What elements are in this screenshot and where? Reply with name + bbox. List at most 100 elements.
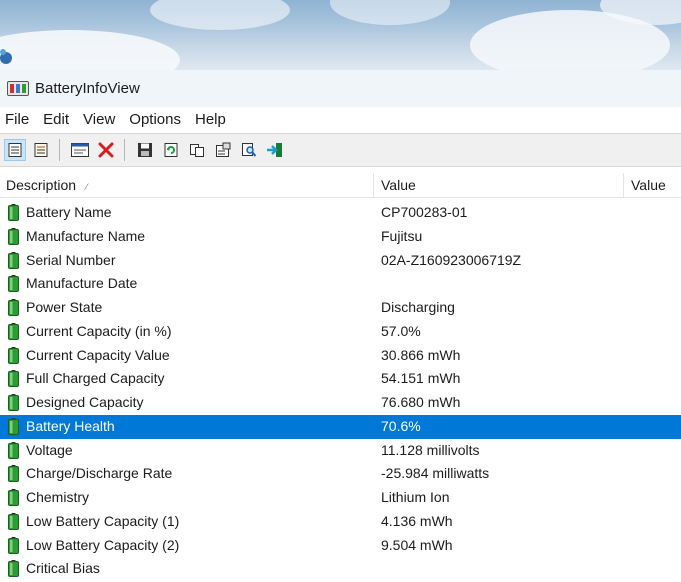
table-row[interactable]: Low Battery Capacity (1) 4.136 mWh — [0, 510, 681, 534]
table-row[interactable]: Designed Capacity 76.680 mWh — [0, 391, 681, 415]
column-header-description-label: Description — [6, 177, 77, 193]
battery-icon — [8, 536, 19, 554]
table-row[interactable]: Critical Bias — [0, 557, 681, 581]
properties-icon — [216, 142, 231, 157]
app-battery-icon — [7, 81, 29, 96]
cell-value: 11.128 millivolts — [381, 441, 480, 458]
battery-icon — [8, 275, 19, 293]
column-header-description[interactable]: Description ⁄ — [6, 173, 88, 197]
cell-value: CP700283-01 — [381, 204, 468, 220]
window-title: BatteryInfoView — [35, 80, 140, 97]
cell-value: -25.984 milliwatts — [381, 465, 490, 482]
cell-description: Critical Bias — [26, 560, 100, 577]
exit-button[interactable] — [264, 139, 286, 161]
cell-value: 4.136 mWh — [381, 512, 453, 529]
table-row[interactable]: Serial Number 02A-Z160923006719Z — [0, 249, 681, 273]
battery-icon — [8, 251, 19, 269]
cell-description: Manufacture Name — [26, 227, 146, 244]
column-header-value-2[interactable]: Value — [631, 173, 666, 197]
battery-icon — [8, 512, 19, 530]
copy-icon — [190, 144, 204, 157]
battery-icon — [8, 417, 19, 435]
battery-icon — [8, 299, 19, 316]
delete-x-icon — [98, 142, 114, 158]
battery-info-mode-button[interactable] — [4, 139, 26, 161]
battery-icon — [8, 465, 19, 483]
menu-options[interactable]: Options — [123, 107, 189, 133]
floppy-disk-icon — [138, 143, 152, 157]
toolbar — [0, 133, 681, 167]
cell-value: 30.866 mWh — [381, 346, 461, 363]
toolbar-separator — [124, 139, 125, 161]
table-row[interactable]: Current Capacity (in %) 57.0% — [0, 320, 681, 344]
log-icon — [34, 143, 48, 157]
clear-log-button[interactable] — [95, 139, 117, 161]
table-row[interactable]: Charge/Discharge Rate -25.984 milliwatts — [0, 462, 681, 486]
cell-description: Low Battery Capacity (1) — [26, 512, 180, 529]
sort-indicator-icon: ⁄ — [86, 182, 88, 192]
cell-description: Chemistry — [26, 489, 90, 505]
save-button[interactable] — [134, 139, 156, 161]
table-row[interactable]: Battery Name CP700283-01 — [0, 201, 681, 225]
battery-icon — [8, 227, 19, 245]
cell-value: 9.504 mWh — [381, 536, 453, 553]
table-row[interactable]: Manufacture Date — [0, 272, 681, 296]
battery-icon — [8, 370, 19, 388]
table-row[interactable]: Battery Health 70.6% — [0, 414, 681, 439]
cell-description: Designed Capacity — [26, 394, 144, 410]
battery-icon — [8, 346, 19, 364]
cell-description: Power State — [26, 299, 103, 315]
desktop-shortcut-icon[interactable] — [0, 40, 14, 70]
battery-icon — [8, 394, 19, 411]
properties-button[interactable] — [212, 139, 234, 161]
copy-button[interactable] — [186, 139, 208, 161]
cell-description: Manufacture Date — [26, 275, 138, 292]
column-header-value[interactable]: Value — [381, 173, 416, 197]
toolbar-separator — [59, 139, 60, 161]
title-bar: BatteryInfoView — [0, 70, 681, 107]
battery-icon — [8, 441, 19, 459]
menu-view[interactable]: View — [77, 107, 123, 133]
cell-value: Lithium Ion — [381, 489, 450, 505]
table-row[interactable]: Full Charged Capacity 54.151 mWh — [0, 367, 681, 391]
refresh-button[interactable] — [160, 139, 182, 161]
desktop-wallpaper — [0, 0, 681, 70]
refresh-icon — [164, 143, 178, 157]
cell-value: Discharging — [381, 299, 455, 315]
table-row[interactable]: Voltage 11.128 millivolts — [0, 439, 681, 463]
menu-bar: File Edit View Options Help — [0, 107, 681, 133]
battery-icon — [8, 560, 19, 578]
battery-info-list: Battery Name CP700283-01 Manufacture Name F… — [0, 201, 681, 581]
cell-value: 70.6% — [381, 417, 421, 434]
table-row[interactable]: Low Battery Capacity (2) 9.504 mWh — [0, 534, 681, 558]
column-header-row: Description ⁄ Value Value — [0, 173, 681, 198]
menu-edit[interactable]: Edit — [37, 107, 77, 133]
cell-description: Low Battery Capacity (2) — [26, 536, 180, 553]
list-icon — [8, 143, 22, 157]
cell-value: 54.151 mWh — [381, 370, 461, 387]
battery-icon — [8, 204, 19, 221]
cell-description: Charge/Discharge Rate — [26, 465, 173, 482]
table-row[interactable]: Current Capacity Value 30.866 mWh — [0, 344, 681, 368]
find-button[interactable] — [238, 139, 260, 161]
column-divider[interactable] — [623, 173, 624, 197]
window-icon — [71, 143, 89, 157]
table-row[interactable]: Chemistry Lithium Ion — [0, 486, 681, 510]
column-divider[interactable] — [373, 173, 374, 197]
cell-description: Current Capacity Value — [26, 346, 170, 363]
cell-description: Full Charged Capacity — [26, 370, 165, 387]
cell-description: Battery Name — [26, 204, 112, 220]
table-row[interactable]: Manufacture Name Fujitsu — [0, 225, 681, 249]
battery-log-mode-button[interactable] — [30, 139, 52, 161]
cell-description: Current Capacity (in %) — [26, 322, 172, 339]
menu-help[interactable]: Help — [189, 107, 234, 133]
cell-description: Battery Health — [26, 417, 115, 434]
exit-icon — [267, 143, 282, 157]
cell-value: 57.0% — [381, 322, 421, 339]
cell-description: Serial Number — [26, 251, 116, 268]
menu-file[interactable]: File — [0, 107, 37, 133]
table-row[interactable]: Power State Discharging — [0, 296, 681, 320]
advanced-options-button[interactable] — [69, 139, 91, 161]
cell-value: Fujitsu — [381, 227, 423, 244]
cell-value: 76.680 mWh — [381, 394, 461, 410]
